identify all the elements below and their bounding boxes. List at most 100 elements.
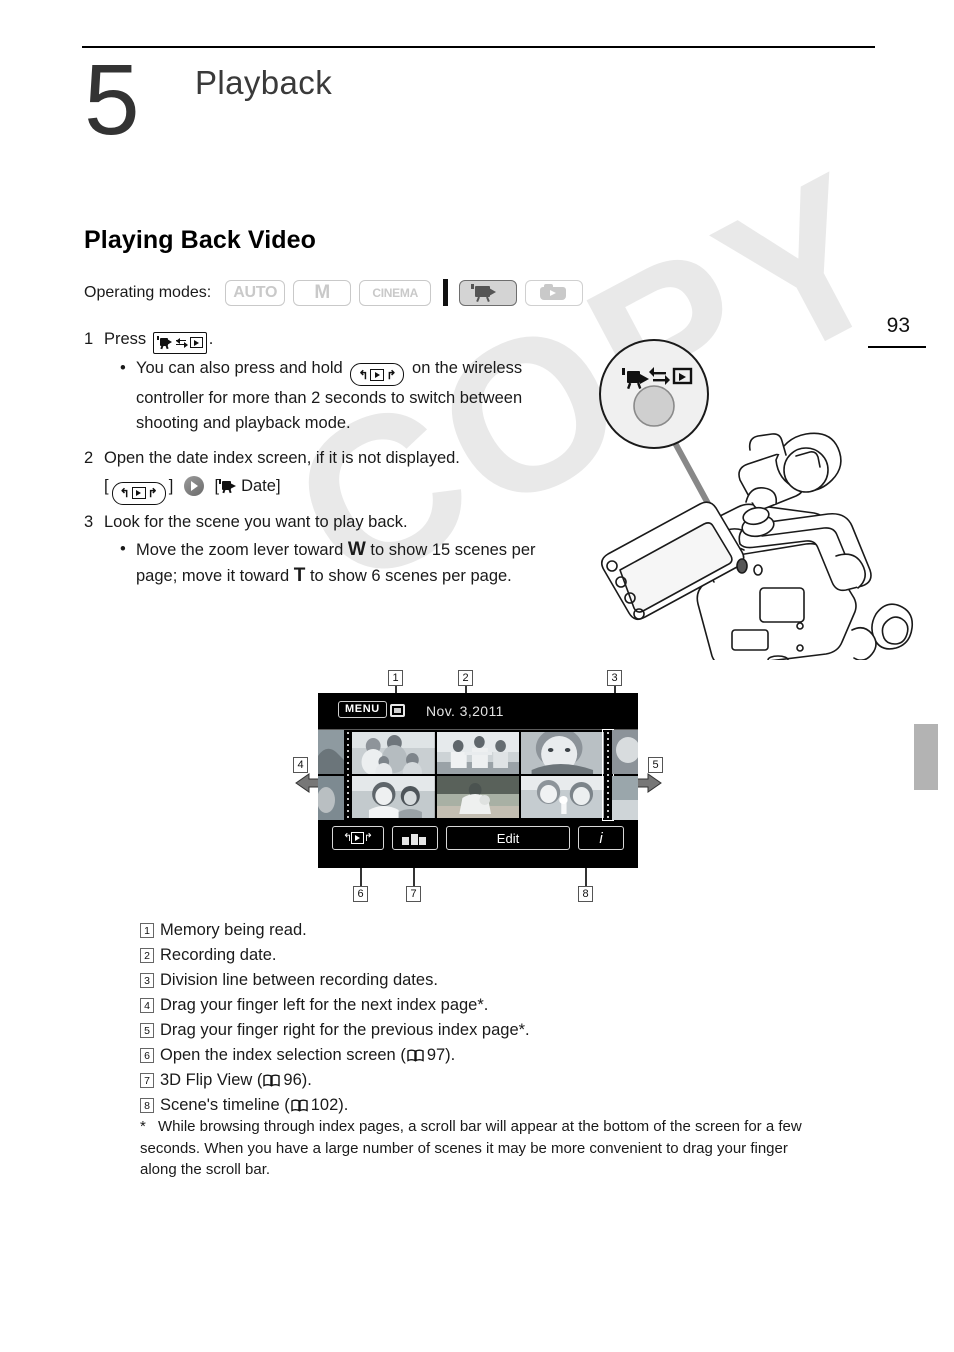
step-1-bullet-1: • You can also press and hold ↰ ↱ on the…	[120, 356, 564, 437]
wireless-controller-playback-key: ↰ ↱	[350, 363, 405, 386]
thumbnail-4[interactable]	[352, 776, 435, 818]
figure-legend: 1 Memory being read. 2 Recording date. 3…	[140, 918, 840, 1118]
legend-text: 3D Flip View (96).	[160, 1068, 312, 1093]
index-selection-button[interactable]: ↰ ↱	[332, 826, 384, 850]
legend-text-before: 3D Flip View (	[160, 1071, 263, 1089]
figure-callout-5: 5	[648, 757, 663, 773]
book-reference-icon	[407, 1049, 424, 1062]
legend-number: 1	[140, 923, 154, 938]
legend-item-1: 1 Memory being read.	[140, 918, 840, 943]
legend-text: Drag your finger left for the next index…	[160, 996, 489, 1014]
edit-button[interactable]: Edit	[446, 826, 570, 850]
book-reference-icon	[291, 1099, 308, 1112]
lcd-screen: MENU Nov. 3,2011 ↰ ↱ Edit i	[318, 693, 638, 868]
bullet-dot: •	[120, 539, 126, 558]
photo-playback-icon	[539, 284, 569, 301]
legend-number: 8	[140, 1098, 154, 1113]
lcd-bottom-bar: ↰ ↱ Edit i	[318, 822, 638, 868]
thumbnail-cells	[352, 730, 604, 820]
step-1-text-before: Press	[104, 330, 147, 348]
menu-button[interactable]: MENU	[338, 701, 387, 718]
division-line-right	[602, 729, 614, 821]
lcd-screen-figure: MENU Nov. 3,2011 ↰ ↱ Edit i	[318, 693, 638, 868]
footnote: * While browsing through index pages, a …	[140, 1116, 820, 1181]
info-button[interactable]: i	[578, 826, 624, 850]
figure-callout-6: 6	[353, 886, 368, 902]
legend-item-2: 2 Recording date.	[140, 943, 840, 968]
path-close-bracket-1: ]	[168, 477, 174, 495]
memory-card-icon	[390, 704, 405, 717]
edge-tab-marker	[914, 724, 938, 790]
operating-modes-row: Operating modes: AUTO M CINEMA	[84, 279, 591, 306]
step-2-number: 2	[84, 449, 94, 467]
camcorder-drawing	[599, 339, 914, 667]
mode-badge-cinema-label: CINEMA	[372, 285, 418, 300]
figure-callout-3: 3	[607, 670, 622, 686]
arrow-right-circle-icon	[183, 476, 204, 496]
step-2-text: Open the date index screen, if it is not…	[104, 449, 460, 467]
step-1-bullets: • You can also press and hold ↰ ↱ on the…	[120, 356, 564, 437]
camcorder-illustration	[590, 330, 950, 667]
thumbnail-partial-right	[612, 730, 638, 820]
legend-text: Memory being read.	[160, 921, 307, 939]
footnote-text: While browsing through index pages, a sc…	[140, 1118, 802, 1178]
mode-badge-auto: AUTO	[225, 279, 286, 306]
flip-view-button[interactable]	[392, 826, 438, 850]
figure-callout-8: 8	[578, 886, 593, 902]
legend-number: 2	[140, 948, 154, 963]
page-reference: 96	[283, 1071, 302, 1089]
legend-text: Recording date.	[160, 946, 277, 964]
book-reference-icon	[263, 1074, 281, 1087]
legend-text: Scene's timeline (102).	[160, 1093, 348, 1118]
path-close-bracket-2: ]	[275, 477, 281, 495]
3d-flip-view-icon	[402, 832, 428, 845]
legend-text: Drag your finger right for the previous …	[160, 1021, 530, 1039]
legend-item-8: 8 Scene's timeline (102).	[140, 1093, 840, 1118]
thumbnail-partial-left	[318, 730, 344, 820]
thumbnail-5[interactable]	[436, 776, 520, 818]
mode-badge-manual: M	[293, 279, 352, 306]
division-line-left	[344, 730, 352, 820]
thumbnail-grid	[318, 729, 638, 821]
zoom-tele-letter: T	[293, 564, 306, 586]
thumbnail-6[interactable]	[521, 776, 604, 818]
page-reference: 97	[426, 1046, 446, 1064]
step-1-text: Press .	[104, 326, 213, 354]
bullet-dot: •	[120, 358, 126, 377]
thumbnail-3[interactable]	[521, 732, 604, 774]
index-selection-icon: ↰ ↱	[343, 831, 373, 844]
instruction-steps: 1 Press . • You can also press and hold	[84, 326, 564, 598]
step-3-number: 3	[84, 512, 94, 531]
chapter-number: 5	[84, 44, 140, 156]
operating-modes-label: Operating modes:	[84, 283, 212, 301]
step-3-text: Look for the scene you want to play back…	[104, 512, 408, 531]
wireless-playback-icon: ↰ ↱	[111, 481, 166, 505]
mode-badge-video-playback	[459, 279, 518, 306]
step-3-bullet-1: • Move the zoom lever toward W to show 1…	[120, 537, 564, 589]
legend-text: Division line between recording dates.	[160, 971, 438, 989]
step-1-text-after: .	[208, 330, 214, 348]
mode-badge-photo-playback	[525, 279, 584, 306]
legend-number: 3	[140, 973, 154, 988]
figure-callout-4: 4	[293, 757, 308, 773]
step-3-bullets: • Move the zoom lever toward W to show 1…	[120, 537, 564, 589]
legend-number: 6	[140, 1048, 154, 1063]
legend-item-7: 7 3D Flip View (96).	[140, 1068, 840, 1093]
lcd-top-bar: MENU Nov. 3,2011	[318, 693, 638, 730]
figure-callout-7: 7	[406, 886, 421, 902]
recording-date: Nov. 3,2011	[426, 703, 504, 719]
legend-text: Open the index selection screen (97).	[160, 1043, 455, 1068]
mode-badge-manual-label: M	[314, 281, 330, 303]
path-open-bracket: [	[104, 477, 109, 495]
step-2: 2 Open the date index screen, if it is n…	[84, 445, 564, 471]
legend-item-4: 4 Drag your finger left for the next ind…	[140, 993, 840, 1018]
legend-item-6: 6 Open the index selection screen (97).	[140, 1043, 840, 1068]
callout-bubble	[599, 339, 709, 449]
zoom-wide-letter: W	[347, 538, 366, 560]
legend-item-5: 5 Drag your finger right for the previou…	[140, 1018, 840, 1043]
step-1-bullet-1-text: You can also press and hold ↰ ↱ on the w…	[136, 356, 551, 437]
thumbnail-1[interactable]	[352, 732, 435, 774]
page-reference: 102	[310, 1096, 339, 1114]
zoom-text-part3: to show 6 scenes per page.	[309, 566, 512, 585]
thumbnail-2[interactable]	[436, 732, 520, 774]
